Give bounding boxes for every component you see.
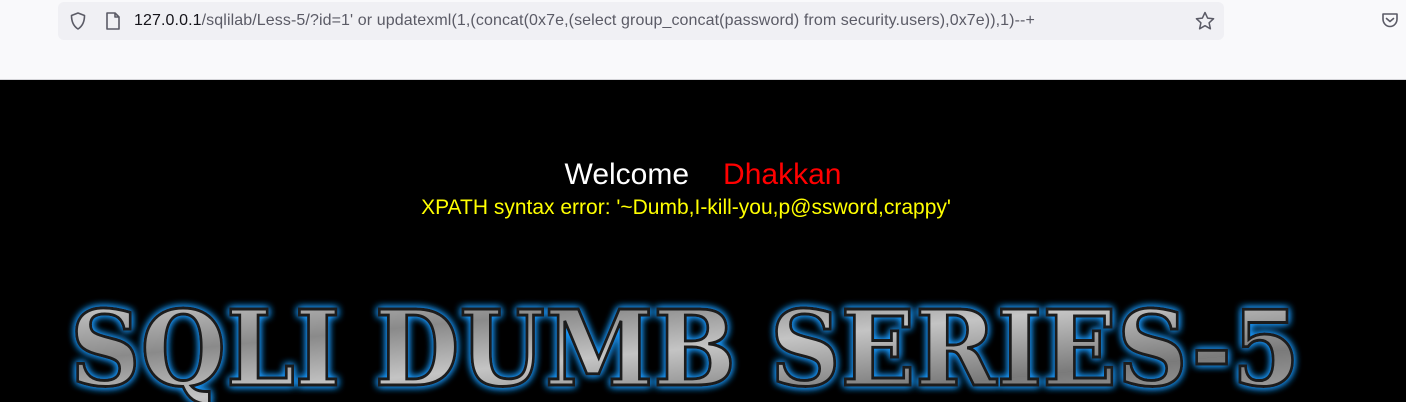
url-host: 127.0.0.1 xyxy=(134,12,202,29)
browser-toolbar: 127.0.0.1/sqlilab/Less-5/?id=1' or updat… xyxy=(0,0,1406,80)
shield-icon[interactable] xyxy=(68,11,88,31)
page-icon[interactable] xyxy=(104,11,122,31)
error-message: XPATH syntax error: '~Dumb,I-kill-you,p@… xyxy=(421,196,951,219)
url-text[interactable]: 127.0.0.1/sqlilab/Less-5/?id=1' or updat… xyxy=(134,11,1035,31)
welcome-text: Welcome xyxy=(564,158,690,191)
page-content: Welcome Dhakkan XPATH syntax error: '~Dum… xyxy=(0,81,1406,402)
address-bar[interactable]: 127.0.0.1/sqlilab/Less-5/?id=1' or updat… xyxy=(58,2,1224,40)
username-text: Dhakkan xyxy=(723,158,842,191)
star-icon[interactable] xyxy=(1194,10,1216,32)
pocket-icon[interactable] xyxy=(1380,10,1400,30)
series-logo: SQLI DUMB SERIES-5 xyxy=(69,293,1302,402)
welcome-line: Welcome Dhakkan xyxy=(0,157,1406,193)
logo-text: SQLI DUMB SERIES-5 xyxy=(70,293,1300,402)
url-path: /sqlilab/Less-5/?id=1' or updatexml(1,(c… xyxy=(201,12,1035,29)
